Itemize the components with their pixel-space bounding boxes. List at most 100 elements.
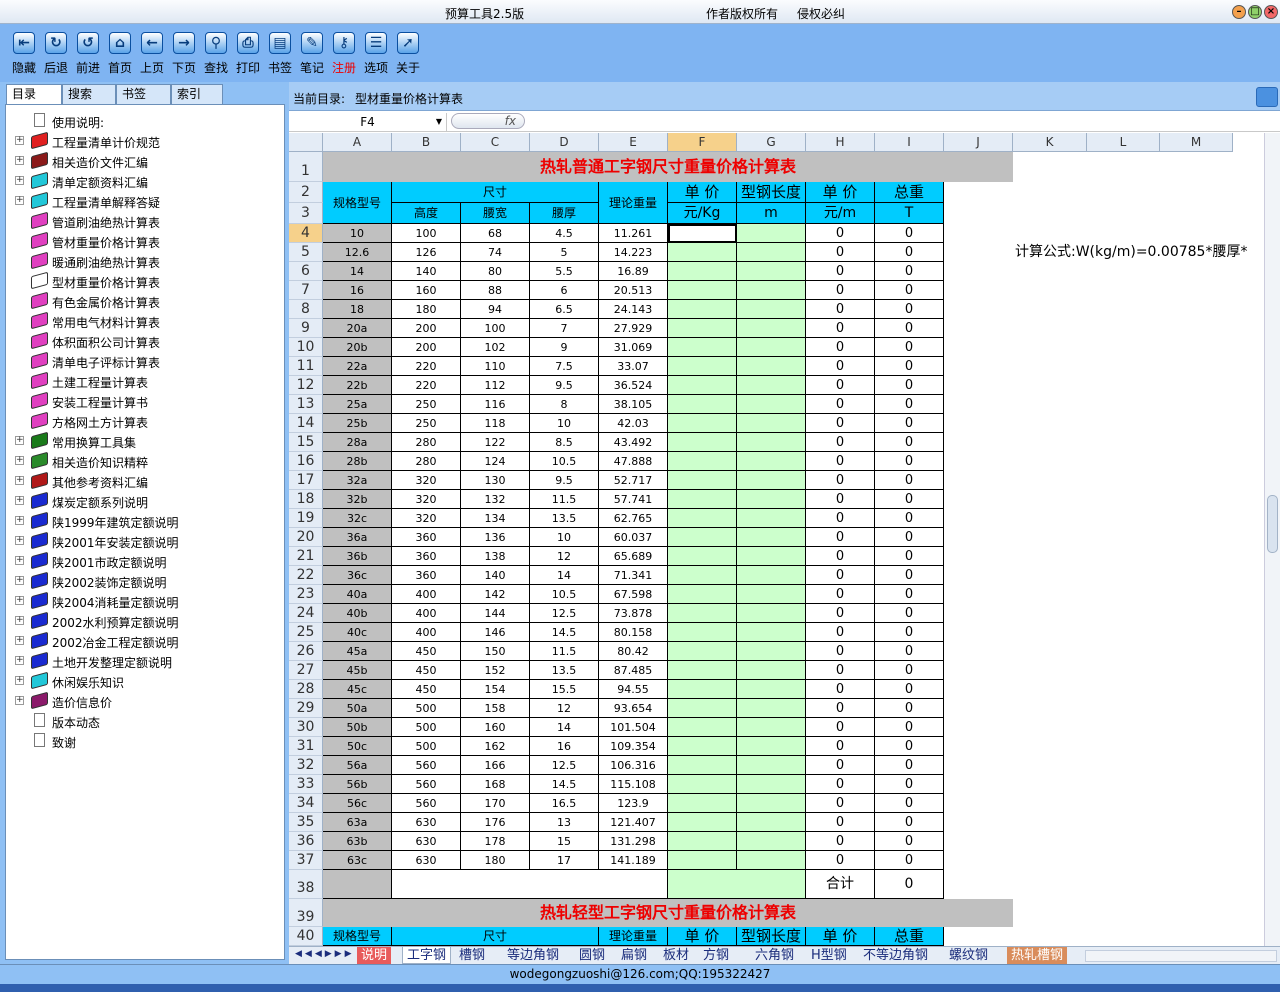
row-header[interactable]: 37: [289, 851, 323, 870]
tree-item[interactable]: 常用电气材料计算表: [6, 311, 284, 331]
expand-icon[interactable]: +: [15, 436, 24, 445]
sheet-tab[interactable]: H型钢: [811, 947, 847, 964]
tab-1[interactable]: 目录: [6, 84, 62, 106]
row-header[interactable]: 2: [289, 182, 323, 203]
tree-item[interactable]: 管材重量价格计算表: [6, 231, 284, 251]
minimize-button[interactable]: –: [1232, 5, 1246, 19]
tree-item[interactable]: + 陕2002装饰定额说明: [6, 571, 284, 591]
row-header[interactable]: 11: [289, 357, 323, 376]
expand-icon[interactable]: +: [15, 636, 24, 645]
name-box[interactable]: F4 ▼: [289, 113, 447, 131]
tree-item[interactable]: + 相关造价知识精粹: [6, 451, 284, 471]
tree-item[interactable]: 体积面积公司计算表: [6, 331, 284, 351]
fx-button[interactable]: fx: [451, 113, 525, 129]
tree-item[interactable]: + 陕2001市政定额说明: [6, 551, 284, 571]
expand-icon[interactable]: +: [15, 496, 24, 505]
tree-item[interactable]: 有色金属价格计算表: [6, 291, 284, 311]
row-header[interactable]: 25: [289, 623, 323, 642]
column-header[interactable]: J: [944, 133, 1013, 152]
row-header[interactable]: 27: [289, 661, 323, 680]
sheet-nav-arrows-icon[interactable]: ◀◀◀▶▶▶: [295, 949, 355, 959]
sheet-tab[interactable]: 板材: [663, 947, 689, 964]
row-header[interactable]: 20: [289, 528, 323, 547]
spreadsheet-grid[interactable]: A B C D E F G H I J K L M 1 2 3 4 5 6 7 8 9 10 11 12 13 14 15 16 17 18…: [289, 133, 1264, 946]
expand-icon[interactable]: +: [15, 456, 24, 465]
expand-icon[interactable]: +: [15, 576, 24, 585]
tree-item[interactable]: +2002冶金工程定额说明: [6, 631, 284, 651]
row-header[interactable]: 9: [289, 319, 323, 338]
row-header[interactable]: 6: [289, 262, 323, 281]
tree-item[interactable]: + 煤炭定额系列说明: [6, 491, 284, 511]
toolbar-button-13[interactable]: ➚ 关于: [392, 32, 424, 80]
row-header[interactable]: 10: [289, 338, 323, 357]
expand-icon[interactable]: +: [15, 196, 24, 205]
row-header[interactable]: 15: [289, 433, 323, 452]
expand-icon[interactable]: +: [15, 536, 24, 545]
expand-icon[interactable]: +: [15, 136, 24, 145]
row-header[interactable]: 18: [289, 490, 323, 509]
row-header[interactable]: 16: [289, 452, 323, 471]
row-header[interactable]: 21: [289, 547, 323, 566]
row-header[interactable]: 19: [289, 509, 323, 528]
expand-icon[interactable]: +: [15, 616, 24, 625]
sheet-tab[interactable]: 热轧槽钢: [1007, 947, 1068, 964]
sheet-tab[interactable]: 螺纹钢: [949, 947, 988, 964]
row-header[interactable]: 24: [289, 604, 323, 623]
expand-icon[interactable]: +: [15, 156, 24, 165]
window-icon[interactable]: [1256, 87, 1278, 107]
close-button[interactable]: ×: [1264, 5, 1278, 19]
row-header[interactable]: 32: [289, 756, 323, 775]
tab-4[interactable]: 索引: [171, 84, 223, 104]
row-header[interactable]: 30: [289, 718, 323, 737]
tree-item[interactable]: + 相关造价文件汇编: [6, 151, 284, 171]
column-header[interactable]: H: [806, 133, 875, 152]
tree-item[interactable]: + 陕2004消耗量定额说明: [6, 591, 284, 611]
row-header[interactable]: 40: [289, 927, 323, 946]
tree-item[interactable]: +2002水利预算定额说明: [6, 611, 284, 631]
maximize-button[interactable]: □: [1248, 5, 1262, 19]
expand-icon[interactable]: +: [15, 676, 24, 685]
column-header[interactable]: M: [1160, 133, 1233, 152]
column-header[interactable]: B: [392, 133, 461, 152]
row-header[interactable]: 14: [289, 414, 323, 433]
sheet-tab[interactable]: 不等边角钢: [863, 947, 928, 964]
expand-icon[interactable]: +: [15, 696, 24, 705]
row-header[interactable]: 29: [289, 699, 323, 718]
tree-item[interactable]: 使用说明:: [6, 111, 284, 131]
tree-item[interactable]: 管道刷油绝热计算表: [6, 211, 284, 231]
row-header[interactable]: 3: [289, 203, 323, 224]
row-header[interactable]: 7: [289, 281, 323, 300]
tree-item[interactable]: + 其他参考资料汇编: [6, 471, 284, 491]
tree-item[interactable]: 版本动态: [6, 711, 284, 731]
column-header[interactable]: I: [875, 133, 944, 152]
tree-item[interactable]: 土建工程量计算表: [6, 371, 284, 391]
contents-tree[interactable]: 使用说明: + 工程量清单计价规范 + 相关造价文件汇编 + 清单定额资料汇编 + 工程量清单解…: [5, 104, 285, 960]
row-header[interactable]: 35: [289, 813, 323, 832]
row-header[interactable]: 8: [289, 300, 323, 319]
column-header[interactable]: F: [668, 133, 737, 152]
sheet-tab[interactable]: 圆钢: [579, 947, 605, 964]
tree-item[interactable]: + 陕2001年安装定额说明: [6, 531, 284, 551]
row-header[interactable]: 4: [289, 224, 323, 243]
sheet-tab[interactable]: 方钢: [703, 947, 729, 964]
tree-item[interactable]: + 工程量清单解释答疑: [6, 191, 284, 211]
sheet-tab[interactable]: 说明: [357, 947, 392, 964]
tree-item[interactable]: + 陕1999年建筑定额说明: [6, 511, 284, 531]
vertical-scrollbar[interactable]: [1264, 133, 1280, 946]
tree-item[interactable]: 安装工程量计算书: [6, 391, 284, 411]
row-header[interactable]: 26: [289, 642, 323, 661]
row-header[interactable]: 23: [289, 585, 323, 604]
row-header[interactable]: 33: [289, 775, 323, 794]
tree-item[interactable]: + 工程量清单计价规范: [6, 131, 284, 151]
tree-item[interactable]: + 造价信息价: [6, 691, 284, 711]
tree-item[interactable]: 暖通刷油绝热计算表: [6, 251, 284, 271]
tree-item[interactable]: + 常用换算工具集: [6, 431, 284, 451]
expand-icon[interactable]: +: [15, 596, 24, 605]
column-header[interactable]: E: [599, 133, 668, 152]
scroll-thumb[interactable]: [1267, 495, 1278, 553]
expand-icon[interactable]: +: [15, 516, 24, 525]
row-header[interactable]: 1: [289, 152, 323, 182]
column-header[interactable]: G: [737, 133, 806, 152]
row-header[interactable]: 39: [289, 899, 323, 927]
sheet-tab[interactable]: 槽钢: [459, 947, 485, 964]
